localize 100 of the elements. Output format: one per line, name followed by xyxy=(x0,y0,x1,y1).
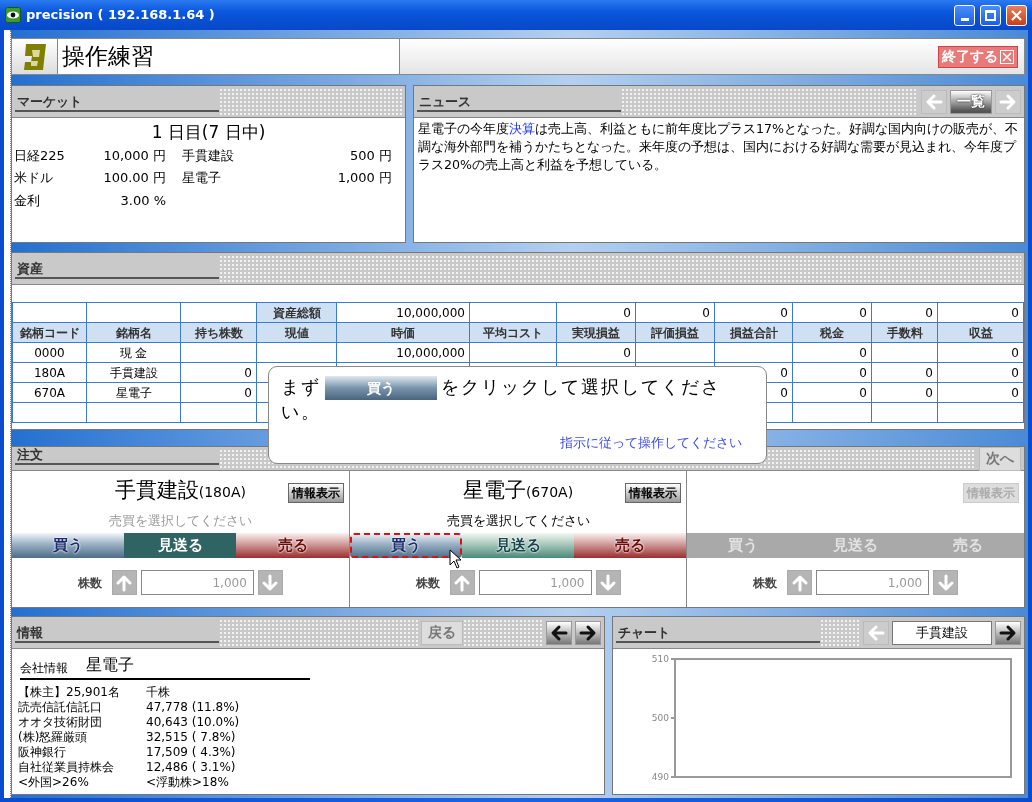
table-cell: 0 xyxy=(635,302,715,323)
close-button[interactable] xyxy=(1006,4,1027,26)
close-icon xyxy=(1011,9,1022,21)
quantity-field[interactable]: 1,000 xyxy=(140,570,254,595)
table-cell: 0 xyxy=(180,362,257,383)
table-cell: 0 xyxy=(871,382,938,403)
decrease-button[interactable] xyxy=(595,570,621,595)
index-name: 日経225 xyxy=(14,146,66,165)
up-arrow-icon xyxy=(115,573,134,592)
table-cell: 0 xyxy=(871,302,938,323)
index-value: 100.00 円 xyxy=(102,169,166,187)
day-counter: 1 日目(7 日中) xyxy=(150,121,267,144)
index-name: 米ドル xyxy=(14,169,54,187)
shareholder-value: 千株 xyxy=(146,685,171,700)
news-link[interactable]: 決算 xyxy=(509,121,535,136)
maximize-icon xyxy=(985,9,996,21)
panel-title: ニュース xyxy=(417,94,621,112)
minimize-button[interactable] xyxy=(954,4,975,26)
table-cell: 0 xyxy=(792,302,872,323)
shareholder-name: 読売信託信託口 xyxy=(18,700,103,715)
axis-label: 500 xyxy=(651,713,669,723)
shareholder-name: オオタ技術財団 xyxy=(18,715,103,730)
next-button[interactable] xyxy=(995,620,1021,645)
stock-selector[interactable]: 手貫建設 xyxy=(892,620,992,645)
info-button[interactable]: 情報表示 xyxy=(287,483,344,503)
table-cell: 0000 xyxy=(12,342,87,363)
down-arrow-icon xyxy=(936,573,955,592)
panel-title: マーケット xyxy=(15,94,219,112)
shares-label: 株数 xyxy=(415,574,440,592)
shareholder-name: 阪神銀行 xyxy=(18,745,67,760)
table-cell: 0 xyxy=(937,302,1024,323)
decrease-button[interactable] xyxy=(257,570,283,595)
stock-name: 星電子 xyxy=(181,169,222,187)
axis-label: 490 xyxy=(651,772,669,782)
panel-title: 資産 xyxy=(15,261,219,279)
stock-name: 手貫建設 xyxy=(114,478,199,503)
next-button[interactable] xyxy=(575,620,601,645)
shareholder-value: <浮動株>18% xyxy=(146,775,230,790)
minimize-icon xyxy=(960,17,969,21)
table-cell: 0 xyxy=(180,382,257,403)
shares-label: 株数 xyxy=(753,574,778,592)
table-cell: 0 xyxy=(792,362,872,383)
decrease-button[interactable] xyxy=(933,570,959,595)
table-cell: 0 xyxy=(792,342,872,363)
stock-price: 500 円 xyxy=(349,146,392,165)
prompt-text: 売買を選択してください xyxy=(107,512,253,530)
column-header: 銘柄コード xyxy=(12,322,87,343)
left-arrow-icon xyxy=(550,623,568,642)
buy-button[interactable]: 買う xyxy=(325,376,437,400)
shareholder-value: 47,778 (11.8%) xyxy=(146,700,241,715)
index-value: 10,000 円 xyxy=(102,146,166,165)
index-value: 3.00 % xyxy=(119,191,166,210)
index-name: 金利 xyxy=(14,191,41,210)
increase-button[interactable] xyxy=(787,570,813,595)
right-arrow-icon xyxy=(999,92,1017,111)
increase-button[interactable] xyxy=(449,570,475,595)
table-cell: 10,000,000 xyxy=(336,342,470,363)
eye-icon xyxy=(5,7,21,23)
pass-button[interactable]: 見送る xyxy=(124,533,237,558)
hint-text: 指示に従って操作してください xyxy=(560,434,742,452)
table-cell: 670A xyxy=(12,382,87,403)
buy-button[interactable]: 買う xyxy=(349,533,462,558)
panel-title: 注文 xyxy=(15,447,219,465)
dotted-texture xyxy=(820,619,860,646)
shareholder-value: 32,515 ( 7.8%) xyxy=(146,730,237,745)
sell-button[interactable]: 売る xyxy=(574,533,687,558)
summary-label: 資産総額 xyxy=(256,302,337,323)
table-cell: 0 xyxy=(937,382,1024,403)
down-arrow-icon xyxy=(599,573,617,592)
stock-price: 1,000 円 xyxy=(336,169,392,187)
buy-button[interactable]: 買う xyxy=(12,533,125,558)
right-arrow-icon xyxy=(999,623,1017,642)
shareholder-value: 40,643 (10.0%) xyxy=(146,715,241,730)
sell-button[interactable]: 売る xyxy=(236,533,349,558)
shareholder-name: 自社従業員持株会 xyxy=(18,760,115,775)
table-cell: 0 xyxy=(937,362,1024,383)
maximize-button[interactable] xyxy=(980,4,1001,26)
list-button[interactable]: 一覧 xyxy=(950,89,992,114)
shareholder-name: 【株主】25,901名 xyxy=(18,685,121,700)
up-arrow-icon xyxy=(790,573,809,592)
axis-label: 510 xyxy=(651,654,669,664)
quantity-field[interactable]: 1,000 xyxy=(478,570,592,595)
previous-button[interactable] xyxy=(546,620,572,645)
panel-title: チャート xyxy=(616,625,820,643)
stock-name: 星電子 xyxy=(462,478,526,503)
increase-button[interactable] xyxy=(111,570,137,595)
exit-button[interactable]: 終了する xyxy=(938,45,1018,68)
table-cell: 10,000,000 xyxy=(336,302,470,323)
news-text: 星電子の今年度決算は売上高、利益ともに前年度比プラス17%となった。好調な国内向けの販売が、不調な海外部門を補うかたちとなった。来年度の予想は、国内における好調な需要が見込まれ、今年度プラス20%の売上高と利益を予想している。 xyxy=(417,120,1019,174)
pass-button[interactable]: 見送る xyxy=(461,533,575,558)
company-name: 星電子 xyxy=(86,654,134,676)
table-cell: 180A xyxy=(12,362,87,383)
table-cell: 手貫建設 xyxy=(86,362,181,383)
table-cell: 0 xyxy=(937,342,1024,363)
left-arrow-icon xyxy=(867,623,885,642)
info-button[interactable]: 情報表示 xyxy=(625,483,682,503)
cursor-icon xyxy=(449,549,463,569)
panel-title: 情報 xyxy=(15,625,219,643)
stock-name: 手貫建設 xyxy=(181,146,235,165)
up-arrow-icon xyxy=(453,573,471,592)
